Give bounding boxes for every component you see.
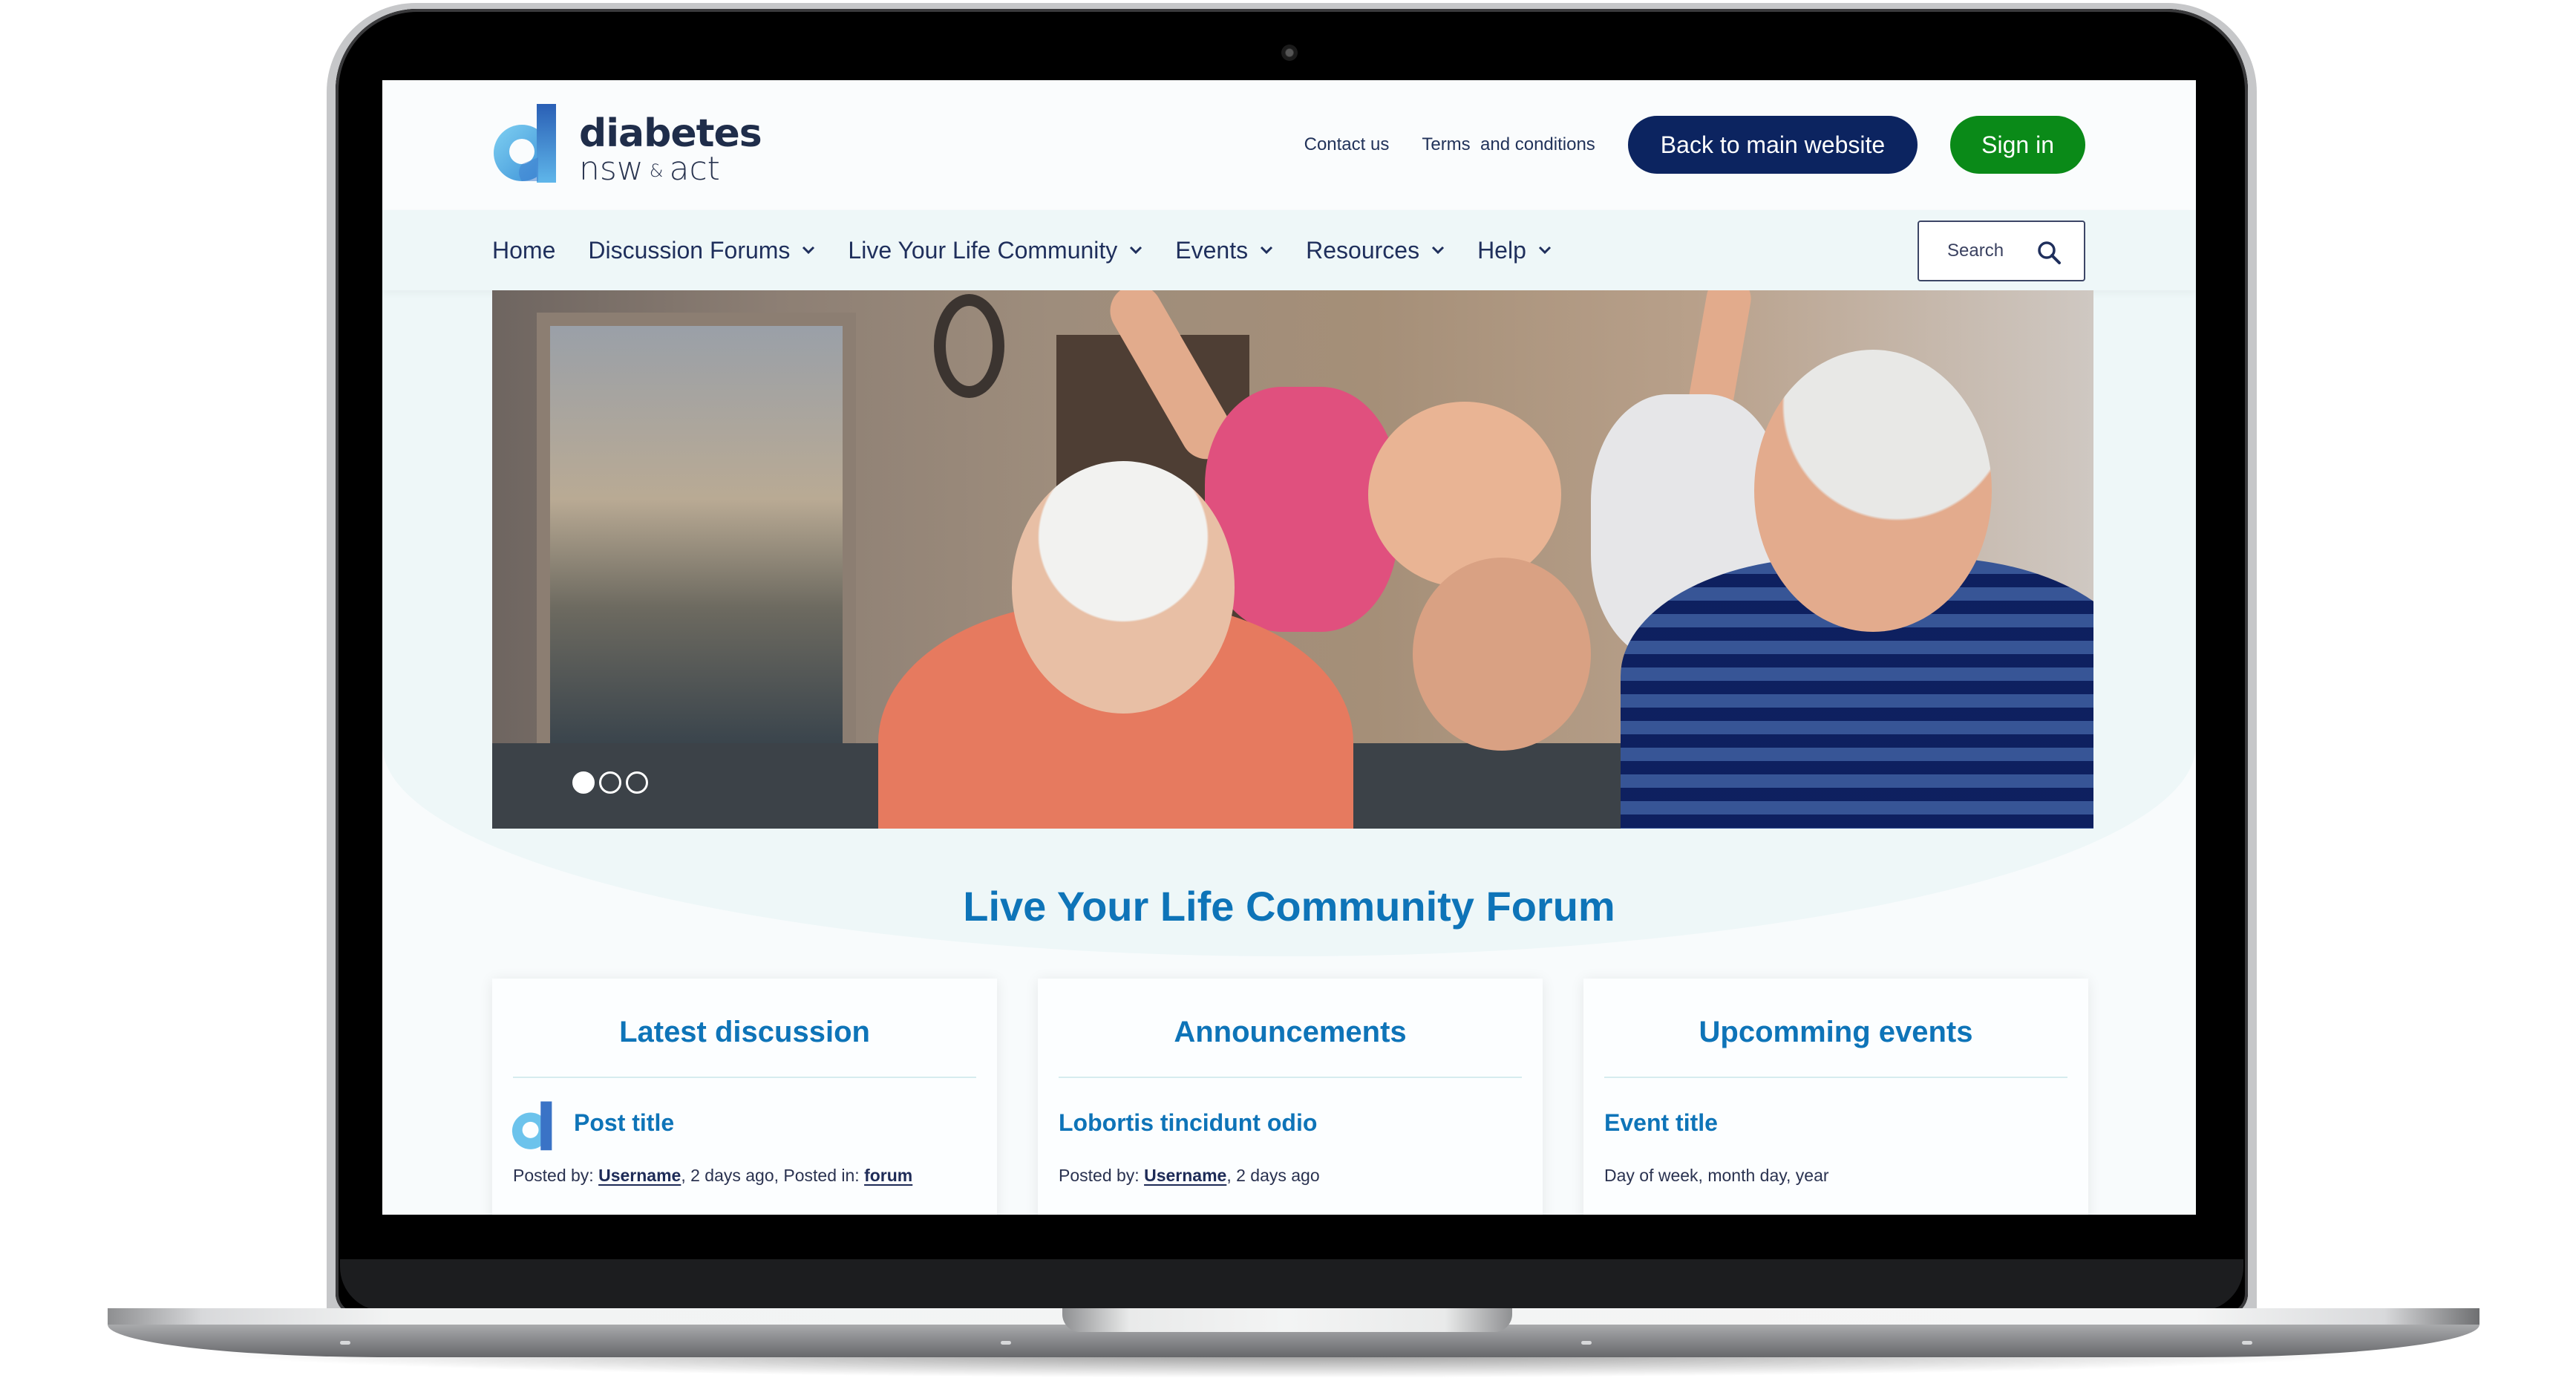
divider xyxy=(1604,1077,2067,1078)
carousel-dots xyxy=(572,771,648,794)
post-meta: Posted by: Username, 2 days ago, Posted … xyxy=(513,1166,912,1186)
search-box[interactable] xyxy=(1918,221,2085,281)
hero-photo-girl-head xyxy=(1368,402,1561,587)
nav-item-live-your-life-community[interactable]: Live Your Life Community xyxy=(848,237,1142,264)
logo-text-diabetes: diabetes xyxy=(579,111,762,156)
card-upcoming-events: Upcomming events Event title Day of week… xyxy=(1583,979,2088,1215)
logo-text-nsw: nsw xyxy=(579,150,644,188)
nav-item-home[interactable]: Home xyxy=(492,237,555,264)
hero-photo-wreath xyxy=(934,294,1004,398)
divider xyxy=(1059,1077,1522,1078)
card-announcements: Announcements Lobortis tincidunt odio Po… xyxy=(1038,979,1543,1215)
event-date: Day of week, month day, year xyxy=(1604,1166,1829,1185)
search-input[interactable] xyxy=(1947,241,2036,261)
nav-item-label: Resources xyxy=(1306,236,1420,264)
sign-in-button[interactable]: Sign in xyxy=(1950,116,2085,174)
back-to-main-website-button[interactable]: Back to main website xyxy=(1627,116,1918,174)
header-links: Contact us Terms and conditions Back to … xyxy=(1304,115,2196,174)
page-title: Live Your Life Community Forum xyxy=(963,883,1615,930)
site-logo[interactable]: diabetes nsw & act xyxy=(492,104,762,187)
webcam-icon xyxy=(1281,45,1298,61)
card-heading: Upcomming events xyxy=(1699,1016,1973,1048)
site-header: diabetes nsw & act Contact us Terms and co… xyxy=(382,80,2196,210)
nav-item-label: Help xyxy=(1477,236,1526,264)
username-link[interactable]: Username xyxy=(598,1166,681,1185)
nav-item-discussion-forums[interactable]: Discussion Forums xyxy=(588,237,815,264)
chevron-down-icon xyxy=(1261,246,1273,255)
laptop-screen: diabetes nsw & act Contact us Terms and co… xyxy=(382,80,2196,1215)
chevron-down-icon xyxy=(1538,246,1551,255)
carousel-dot-3[interactable] xyxy=(626,771,648,794)
meta-prefix: Posted by: xyxy=(1059,1166,1145,1185)
nav-item-help[interactable]: Help xyxy=(1477,237,1552,264)
card-heading: Announcements xyxy=(1174,1016,1407,1048)
announcement-title-link[interactable]: Lobortis tincidunt odio xyxy=(1059,1109,1317,1137)
post-title-link[interactable]: Post title xyxy=(574,1109,674,1137)
forum-link[interactable]: forum xyxy=(864,1166,912,1185)
main-nav: Home Discussion Forums Live Your Life Co… xyxy=(382,210,2196,290)
nav-item-label: Live Your Life Community xyxy=(848,236,1118,264)
card-latest-discussion: Latest discussion Post title Posted by: … xyxy=(492,979,997,1215)
laptop-bezel-bottom xyxy=(340,1259,2243,1311)
laptop-foot xyxy=(340,1341,350,1345)
laptop-hinge-notch xyxy=(1062,1308,1512,1332)
nav-item-resources[interactable]: Resources xyxy=(1306,237,1445,264)
hero-photo-grandfather-head xyxy=(1754,350,1992,632)
nav-item-label: Home xyxy=(492,236,556,264)
hero-photo-boy-head xyxy=(1413,558,1591,751)
hero-photo-grandmother-head xyxy=(1012,461,1235,714)
logo-text-region: nsw & act xyxy=(579,153,720,186)
meta-prefix: Posted by: xyxy=(513,1166,599,1185)
logo-text-act: act xyxy=(669,150,720,188)
username-link[interactable]: Username xyxy=(1144,1166,1226,1185)
contact-us-link[interactable]: Contact us xyxy=(1304,134,1390,155)
card-heading: Latest discussion xyxy=(619,1016,870,1048)
event-title-link[interactable]: Event title xyxy=(1604,1109,1718,1137)
avatar xyxy=(511,1101,552,1151)
meta-middle: , 2 days ago, Posted in: xyxy=(681,1166,865,1185)
chevron-down-icon xyxy=(802,246,815,255)
meta-middle: , 2 days ago xyxy=(1226,1166,1320,1185)
divider xyxy=(513,1077,976,1078)
announcement-meta: Posted by: Username, 2 days ago xyxy=(1059,1166,1320,1186)
chevron-down-icon xyxy=(1432,246,1445,255)
hero-carousel xyxy=(492,290,2093,829)
laptop-foot xyxy=(1001,1341,1011,1345)
laptop-foot xyxy=(2242,1341,2252,1345)
carousel-dot-1[interactable] xyxy=(572,771,595,794)
nav-item-label: Discussion Forums xyxy=(588,236,791,264)
nav-items: Home Discussion Forums Live Your Life Co… xyxy=(492,210,1584,290)
terms-link[interactable]: Terms and conditions xyxy=(1422,134,1595,155)
diabetes-logo-icon xyxy=(494,104,556,183)
logo-text-amp: & xyxy=(649,160,664,181)
search-icon[interactable] xyxy=(2036,240,2062,265)
carousel-dot-2[interactable] xyxy=(599,771,621,794)
laptop-foot xyxy=(1581,1341,1592,1345)
chevron-down-icon xyxy=(1130,246,1142,255)
nav-item-events[interactable]: Events xyxy=(1175,237,1273,264)
hero-photo-window xyxy=(537,313,856,773)
nav-item-label: Events xyxy=(1175,236,1249,264)
